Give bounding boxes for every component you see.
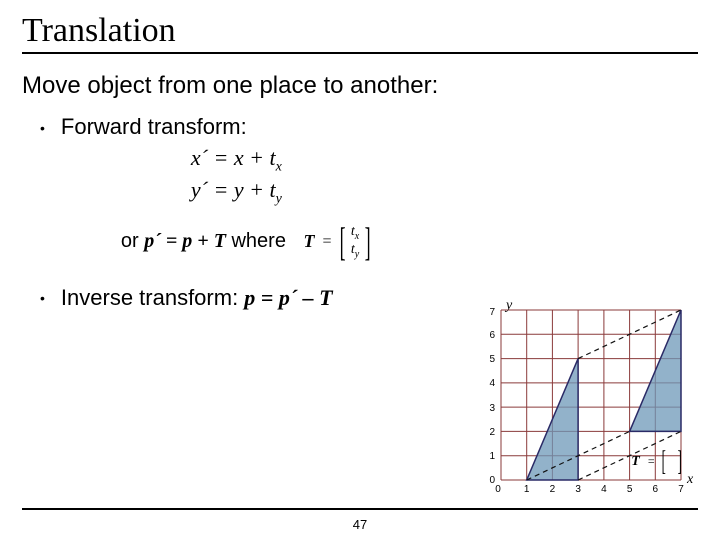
svg-text:4: 4 [489, 378, 495, 389]
svg-text:5: 5 [627, 484, 633, 495]
forward-equations: x´ = x + tx y´ = y + ty [61, 144, 698, 208]
svg-text:x: x [686, 472, 694, 487]
chart-T-annotation: T = [ ] [631, 450, 684, 474]
footer-divider [22, 508, 698, 510]
inverse-heading: Inverse transform: [61, 285, 244, 310]
svg-text:2: 2 [489, 427, 495, 438]
bullet-dot-icon: • [40, 114, 45, 142]
svg-text:4: 4 [601, 484, 607, 495]
bullet-forward: • Forward transform: x´ = x + tx y´ = y … [22, 114, 698, 277]
svg-text:2: 2 [550, 484, 556, 495]
page-number: 47 [353, 517, 367, 532]
forward-heading: Forward transform: [61, 114, 698, 140]
or-line: or p´ = p + T where T = [ tx ty ] [61, 224, 698, 260]
svg-text:0: 0 [495, 484, 501, 495]
svg-text:1: 1 [489, 451, 495, 462]
svg-text:1: 1 [524, 484, 530, 495]
svg-text:0: 0 [489, 475, 495, 486]
svg-text:7: 7 [678, 484, 684, 495]
svg-text:6: 6 [489, 330, 495, 341]
bullet-dot-icon: • [40, 285, 45, 311]
slide-subtitle: Move object from one place to another: [22, 72, 698, 100]
translation-chart: 0 1 2 3 4 5 6 7 0 1 2 3 4 5 6 7 y x [476, 300, 696, 500]
svg-text:7: 7 [489, 307, 495, 318]
inverse-equation: p = p´ – T [244, 285, 332, 310]
svg-text:y: y [504, 300, 513, 313]
slide-title: Translation [22, 12, 698, 54]
matrix-T: T = [ tx ty ] [304, 224, 375, 260]
svg-text:3: 3 [575, 484, 581, 495]
svg-text:5: 5 [489, 354, 495, 365]
svg-text:3: 3 [489, 403, 495, 414]
svg-text:6: 6 [653, 484, 659, 495]
